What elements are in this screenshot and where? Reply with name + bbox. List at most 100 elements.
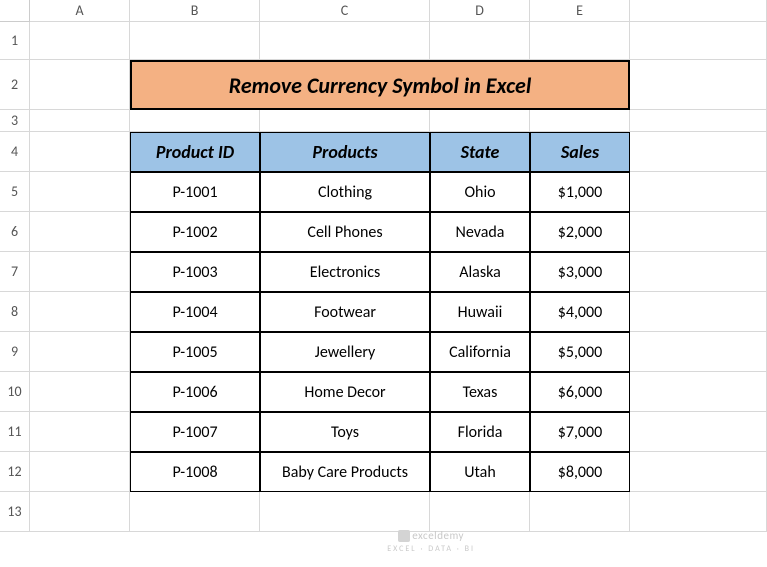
cell-blank-13[interactable] (630, 492, 767, 532)
cell-c13[interactable] (260, 492, 430, 532)
cell-blank-7[interactable] (630, 252, 767, 292)
table-row[interactable]: $7,000 (530, 412, 630, 452)
table-row[interactable]: Alaska (430, 252, 530, 292)
table-row[interactable]: Florida (430, 412, 530, 452)
col-header-c[interactable]: C (260, 0, 430, 22)
header-state[interactable]: State (430, 132, 530, 172)
cell-blank-6[interactable] (630, 212, 767, 252)
col-header-a[interactable]: A (30, 0, 130, 22)
row-header-6[interactable]: 6 (0, 212, 30, 252)
cell-b1[interactable] (130, 22, 260, 60)
table-row[interactable]: P-1006 (130, 372, 260, 412)
cell-a8[interactable] (30, 292, 130, 332)
table-row[interactable]: Clothing (260, 172, 430, 212)
cell-c3[interactable] (260, 110, 430, 132)
cell-blank-5[interactable] (630, 172, 767, 212)
cell-blank-11[interactable] (630, 412, 767, 452)
table-row[interactable]: Utah (430, 452, 530, 492)
table-row[interactable]: P-1007 (130, 412, 260, 452)
cell-blank-12[interactable] (630, 452, 767, 492)
table-row[interactable]: $1,000 (530, 172, 630, 212)
table-row[interactable]: $8,000 (530, 452, 630, 492)
table-row[interactable]: P-1008 (130, 452, 260, 492)
table-row[interactable]: Cell Phones (260, 212, 430, 252)
spreadsheet-grid: A B C D E 1 2 Remove Currency Symbol in … (0, 0, 767, 532)
table-row[interactable]: Ohio (430, 172, 530, 212)
row-header-5[interactable]: 5 (0, 172, 30, 212)
cell-d3[interactable] (430, 110, 530, 132)
cell-b3[interactable] (130, 110, 260, 132)
cell-c1[interactable] (260, 22, 430, 60)
cell-a9[interactable] (30, 332, 130, 372)
cell-blank-4[interactable] (630, 132, 767, 172)
cell-a3[interactable] (30, 110, 130, 132)
cell-e3[interactable] (530, 110, 630, 132)
cell-blank-8[interactable] (630, 292, 767, 332)
cell-a12[interactable] (30, 452, 130, 492)
header-sales[interactable]: Sales (530, 132, 630, 172)
watermark-text: exceldemy (412, 529, 464, 542)
cell-a6[interactable] (30, 212, 130, 252)
row-header-4[interactable]: 4 (0, 132, 30, 172)
table-row[interactable]: Texas (430, 372, 530, 412)
watermark: exceldemy EXCEL · DATA · BI (387, 530, 475, 554)
table-row[interactable]: Electronics (260, 252, 430, 292)
watermark-subtext: EXCEL · DATA · BI (387, 544, 475, 554)
table-row[interactable]: $6,000 (530, 372, 630, 412)
row-header-10[interactable]: 10 (0, 372, 30, 412)
col-header-e[interactable]: E (530, 0, 630, 22)
row-header-2[interactable]: 2 (0, 60, 30, 110)
row-header-3[interactable]: 3 (0, 110, 30, 132)
table-row[interactable]: Jewellery (260, 332, 430, 372)
table-row[interactable]: Nevada (430, 212, 530, 252)
table-row[interactable]: Footwear (260, 292, 430, 332)
header-product-id[interactable]: Product ID (130, 132, 260, 172)
cell-b13[interactable] (130, 492, 260, 532)
row-header-13[interactable]: 13 (0, 492, 30, 532)
table-row[interactable]: $3,000 (530, 252, 630, 292)
cell-blank-9[interactable] (630, 332, 767, 372)
table-row[interactable]: Home Decor (260, 372, 430, 412)
col-header-blank[interactable] (630, 0, 767, 22)
header-products[interactable]: Products (260, 132, 430, 172)
table-row[interactable]: California (430, 332, 530, 372)
cell-e13[interactable] (530, 492, 630, 532)
title-cell[interactable]: Remove Currency Symbol in Excel (130, 60, 630, 110)
cell-a7[interactable] (30, 252, 130, 292)
table-row[interactable]: P-1003 (130, 252, 260, 292)
table-row[interactable]: Huwaii (430, 292, 530, 332)
cell-a5[interactable] (30, 172, 130, 212)
row-header-12[interactable]: 12 (0, 452, 30, 492)
cell-d13[interactable] (430, 492, 530, 532)
row-header-11[interactable]: 11 (0, 412, 30, 452)
table-row[interactable]: P-1005 (130, 332, 260, 372)
cell-a11[interactable] (30, 412, 130, 452)
col-header-d[interactable]: D (430, 0, 530, 22)
row-header-7[interactable]: 7 (0, 252, 30, 292)
cell-blank-10[interactable] (630, 372, 767, 412)
cell-blank-2[interactable] (630, 60, 767, 110)
cell-a4[interactable] (30, 132, 130, 172)
table-row[interactable]: Baby Care Products (260, 452, 430, 492)
row-header-9[interactable]: 9 (0, 332, 30, 372)
table-row[interactable]: P-1004 (130, 292, 260, 332)
table-row[interactable]: $5,000 (530, 332, 630, 372)
cell-blank-1[interactable] (630, 22, 767, 60)
watermark-icon (398, 530, 410, 542)
cell-e1[interactable] (530, 22, 630, 60)
cell-a1[interactable] (30, 22, 130, 60)
select-all-corner[interactable] (0, 0, 30, 22)
table-row[interactable]: Toys (260, 412, 430, 452)
table-row[interactable]: $2,000 (530, 212, 630, 252)
cell-a2[interactable] (30, 60, 130, 110)
cell-a13[interactable] (30, 492, 130, 532)
row-header-8[interactable]: 8 (0, 292, 30, 332)
table-row[interactable]: P-1001 (130, 172, 260, 212)
row-header-1[interactable]: 1 (0, 22, 30, 60)
cell-blank-3[interactable] (630, 110, 767, 132)
table-row[interactable]: $4,000 (530, 292, 630, 332)
table-row[interactable]: P-1002 (130, 212, 260, 252)
col-header-b[interactable]: B (130, 0, 260, 22)
cell-a10[interactable] (30, 372, 130, 412)
cell-d1[interactable] (430, 22, 530, 60)
